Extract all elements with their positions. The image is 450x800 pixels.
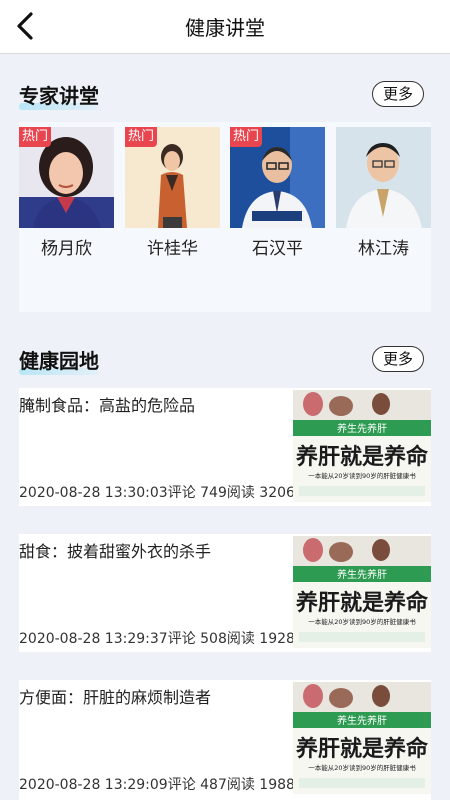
page-title: 健康讲堂: [185, 16, 265, 40]
garden-more-button[interactable]: 更多: [372, 346, 424, 372]
expert-card[interactable]: 热门 许桂华: [125, 127, 220, 259]
article-meta: 2020-08-28 13:29:37评论 508阅读 1928: [19, 631, 295, 647]
expert-card[interactable]: 林江涛: [336, 127, 431, 259]
expert-photo: [336, 127, 431, 228]
hot-badge: 热门: [19, 127, 52, 147]
expert-name: 石汉平: [252, 239, 303, 259]
article-divider: [19, 652, 431, 680]
expert-name: 许桂华: [147, 239, 198, 259]
expert-photo: 热门: [230, 127, 325, 228]
svg-text:养肝就是养命: 养肝就是养命: [295, 736, 429, 762]
expert-name: 林江涛: [358, 239, 409, 259]
hot-badge: 热门: [230, 127, 263, 147]
article-item[interactable]: 甜食：披着甜蜜外衣的杀手 2020-08-28 13:29:37评论 508阅读…: [19, 534, 431, 652]
article-title: 腌制食品：高盐的危险品: [19, 396, 196, 415]
expert-name: 杨月欣: [41, 239, 92, 259]
article-meta: 2020-08-28 13:30:03评论 749阅读 3206: [19, 485, 295, 501]
expert-card[interactable]: 热门 石汉平: [230, 127, 325, 259]
hot-badge: 热门: [125, 127, 158, 147]
garden-section-title: 健康园地: [19, 349, 99, 375]
svg-text:养肝就是养命: 养肝就是养命: [295, 590, 429, 616]
experts-more-button[interactable]: 更多: [372, 81, 424, 107]
article-title: 方便面：肝脏的麻烦制造者: [19, 688, 212, 707]
svg-text:养生先养肝: 养生先养肝: [337, 422, 387, 435]
article-thumbnail: 养生先养肝 养肝就是养命 一本能从20岁读到90岁的肝脏健康书: [293, 390, 431, 502]
article-divider: [19, 506, 431, 534]
svg-text:一本能从20岁读到90岁的肝脏健康书: 一本能从20岁读到90岁的肝脏健康书: [308, 617, 416, 626]
article-item[interactable]: 腌制食品：高盐的危险品 2020-08-28 13:30:03评论 749阅读 …: [19, 388, 431, 506]
article-title: 甜食：披着甜蜜外衣的杀手: [19, 542, 212, 561]
experts-section-title: 专家讲堂: [19, 84, 99, 110]
article-item[interactable]: 方便面：肝脏的麻烦制造者 2020-08-28 13:29:09评论 487阅读…: [19, 680, 431, 800]
expert-photo: 热门: [125, 127, 220, 228]
article-thumbnail: 养生先养肝 养肝就是养命 一本能从20岁读到90岁的肝脏健康书: [293, 682, 431, 794]
svg-text:养肝就是养命: 养肝就是养命: [295, 444, 429, 470]
expert-card[interactable]: 热门 杨月欣: [19, 127, 114, 259]
article-meta: 2020-08-28 13:29:09评论 487阅读 1988: [19, 777, 295, 793]
top-bar: 健康讲堂: [0, 0, 450, 54]
svg-text:一本能从20岁读到90岁的肝脏健康书: 一本能从20岁读到90岁的肝脏健康书: [308, 471, 416, 480]
article-thumbnail: 养生先养肝 养肝就是养命 一本能从20岁读到90岁的肝脏健康书: [293, 536, 431, 648]
svg-text:养生先养肝: 养生先养肝: [337, 568, 387, 581]
svg-text:养生先养肝: 养生先养肝: [337, 714, 387, 727]
svg-text:一本能从20岁读到90岁的肝脏健康书: 一本能从20岁读到90岁的肝脏健康书: [308, 763, 416, 772]
expert-photo: 热门: [19, 127, 114, 228]
